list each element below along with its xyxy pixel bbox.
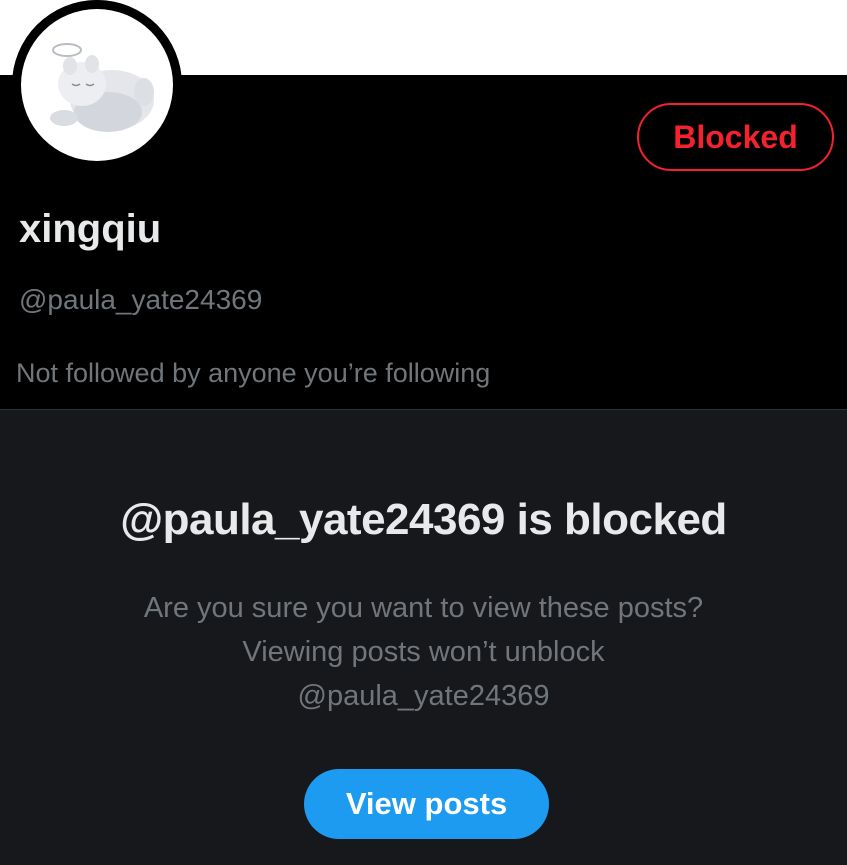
sleeping-cat-angel-icon [12, 0, 182, 170]
blocked-notice-description: Are you sure you want to view these post… [143, 592, 704, 712]
followers-you-know-note[interactable]: Not followed by anyone you’re following [16, 353, 490, 393]
blocked-notice-title: @paula_yate24369 is blocked [120, 495, 727, 544]
user-handle: @paula_yate24369 [19, 284, 263, 315]
avatar[interactable] [12, 0, 182, 170]
display-name: xingqiu [19, 207, 162, 251]
view-posts-button[interactable]: View posts [304, 769, 549, 839]
blocked-button[interactable]: Blocked [637, 103, 834, 171]
